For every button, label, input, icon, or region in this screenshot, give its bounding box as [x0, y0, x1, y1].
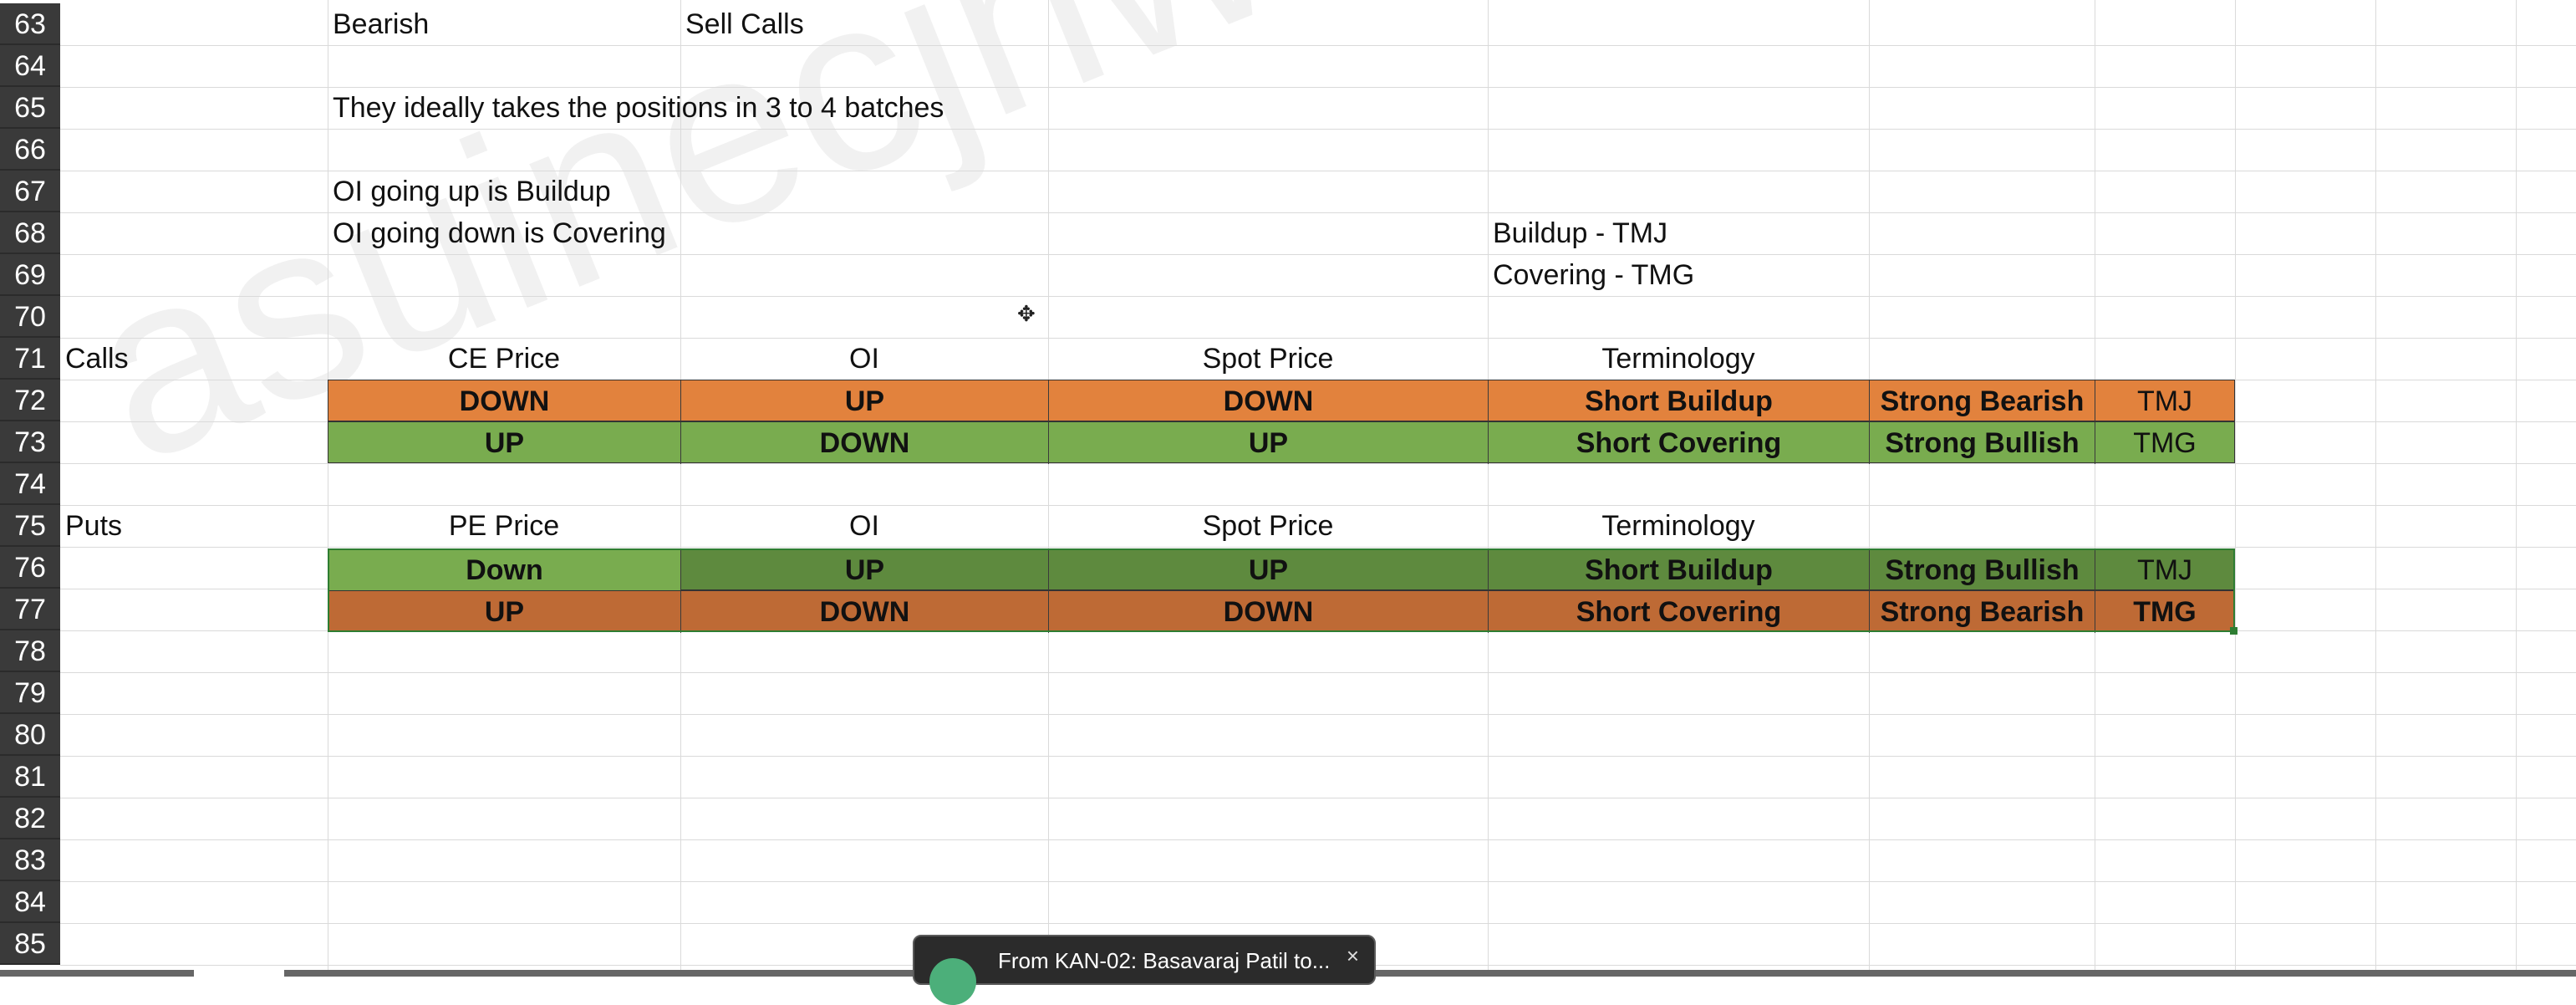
- puts-header-oi[interactable]: OI: [680, 505, 1048, 547]
- cell[interactable]: UP: [328, 422, 681, 464]
- cell[interactable]: Strong Bearish: [1870, 380, 2095, 422]
- cell[interactable]: Short Covering: [1489, 591, 1870, 633]
- cell[interactable]: Down: [328, 549, 681, 591]
- row-header[interactable]: 64: [0, 45, 60, 87]
- row-header[interactable]: 73: [0, 421, 60, 463]
- row-header[interactable]: 63: [0, 3, 60, 45]
- cell-buildup-tmj[interactable]: Buildup - TMJ: [1488, 212, 1667, 254]
- cell[interactable]: UP: [681, 380, 1049, 422]
- row-header[interactable]: 65: [0, 87, 60, 129]
- row-header[interactable]: 78: [0, 630, 60, 672]
- col-gridline: [1869, 0, 1870, 977]
- notification-text: From KAN-02: Basavaraj Patil to...: [998, 948, 1331, 973]
- col-gridline: [1048, 0, 1049, 977]
- cell[interactable]: DOWN: [328, 380, 681, 422]
- row-gridline: [60, 714, 2576, 715]
- col-gridline: [680, 0, 681, 977]
- col-gridline: [2375, 0, 2376, 977]
- row-header[interactable]: 82: [0, 798, 60, 839]
- row-gridline: [60, 672, 2576, 673]
- cell-puts-label[interactable]: Puts: [60, 505, 122, 547]
- row-header[interactable]: 69: [0, 254, 60, 296]
- row-gridline: [60, 881, 2576, 882]
- calls-header-terminology[interactable]: Terminology: [1488, 338, 1869, 380]
- cell[interactable]: Short Buildup: [1489, 549, 1870, 591]
- row-header[interactable]: 72: [0, 380, 60, 421]
- row-gridline: [60, 547, 2576, 548]
- notification-toast[interactable]: From KAN-02: Basavaraj Patil to... ×: [913, 935, 1376, 1005]
- puts-header-terminology[interactable]: Terminology: [1488, 505, 1869, 547]
- row-header[interactable]: 75: [0, 505, 60, 547]
- cell[interactable]: Short Covering: [1489, 422, 1870, 464]
- cell[interactable]: Short Buildup: [1489, 380, 1870, 422]
- cell[interactable]: TMG: [2095, 591, 2234, 633]
- cell[interactable]: UP: [1049, 422, 1489, 464]
- cell-calls-label[interactable]: Calls: [60, 338, 129, 380]
- row-gridline: [60, 296, 2576, 297]
- close-icon[interactable]: ×: [1347, 943, 1359, 969]
- cell-sell-calls[interactable]: Sell Calls: [680, 3, 804, 45]
- row-header[interactable]: 83: [0, 839, 60, 881]
- cell-cursor-icon: ✥: [1017, 301, 1036, 326]
- cell[interactable]: DOWN: [681, 422, 1049, 464]
- row-header[interactable]: 81: [0, 756, 60, 798]
- row-header[interactable]: 85: [0, 923, 60, 965]
- calls-header-ce-price[interactable]: CE Price: [328, 338, 680, 380]
- row-header[interactable]: 76: [0, 547, 60, 589]
- row-gridline: [60, 45, 2576, 46]
- cell[interactable]: TMJ: [2095, 380, 2234, 422]
- calls-row-short-covering: UP DOWN UP Short Covering Strong Bullish…: [328, 421, 2235, 464]
- row-header[interactable]: 71: [0, 338, 60, 380]
- cell[interactable]: Strong Bearish: [1870, 591, 2095, 633]
- cell-batches-note[interactable]: They ideally takes the positions in 3 to…: [328, 87, 944, 129]
- horizontal-scrollbar[interactable]: [284, 970, 2576, 977]
- horizontal-scrollbar-left[interactable]: [0, 970, 194, 977]
- cell[interactable]: UP: [681, 549, 1049, 591]
- row-header[interactable]: 66: [0, 129, 60, 171]
- puts-row-short-covering: UP DOWN DOWN Short Covering Strong Beari…: [328, 590, 2235, 633]
- puts-row-short-buildup: Down UP UP Short Buildup Strong Bullish …: [328, 548, 2235, 591]
- fill-handle[interactable]: [2230, 627, 2237, 635]
- col-gridline: [1488, 0, 1489, 977]
- cell[interactable]: DOWN: [1049, 380, 1489, 422]
- cell[interactable]: DOWN: [1049, 591, 1489, 633]
- cell-oi-up-note[interactable]: OI going up is Buildup: [328, 171, 611, 212]
- puts-header-pe-price[interactable]: PE Price: [328, 505, 680, 547]
- row-header[interactable]: 79: [0, 672, 60, 714]
- cell-covering-tmg[interactable]: Covering - TMG: [1488, 254, 1694, 296]
- cell-bearish[interactable]: Bearish: [328, 3, 429, 45]
- row-header[interactable]: 84: [0, 881, 60, 923]
- row-header[interactable]: 68: [0, 212, 60, 254]
- avatar: [929, 958, 976, 1005]
- cell[interactable]: UP: [328, 591, 681, 633]
- cell[interactable]: TMJ: [2095, 549, 2234, 591]
- row-gridline: [60, 923, 2576, 924]
- calls-header-spot-price[interactable]: Spot Price: [1048, 338, 1488, 380]
- row-gridline: [60, 756, 2576, 757]
- cell[interactable]: TMG: [2095, 422, 2234, 464]
- row-header[interactable]: 67: [0, 171, 60, 212]
- calls-row-short-buildup: DOWN UP DOWN Short Buildup Strong Bearis…: [328, 380, 2235, 422]
- cell[interactable]: UP: [1049, 549, 1489, 591]
- row-header[interactable]: 80: [0, 714, 60, 756]
- row-header[interactable]: 77: [0, 589, 60, 630]
- cell[interactable]: Strong Bullish: [1870, 549, 2095, 591]
- row-gridline: [60, 839, 2576, 840]
- row-header[interactable]: 70: [0, 296, 60, 338]
- col-gridline: [2235, 0, 2236, 977]
- spreadsheet[interactable]: asuinecjnwegmail.com 63 64 65 66 67 68 6…: [0, 0, 2576, 1005]
- cell-oi-down-note[interactable]: OI going down is Covering: [328, 212, 666, 254]
- calls-header-oi[interactable]: OI: [680, 338, 1048, 380]
- row-header[interactable]: 74: [0, 463, 60, 505]
- cell[interactable]: Strong Bullish: [1870, 422, 2095, 464]
- cell[interactable]: DOWN: [681, 591, 1049, 633]
- row-gridline: [60, 129, 2576, 130]
- col-gridline: [2516, 0, 2517, 977]
- row-gridline: [60, 254, 2576, 255]
- puts-header-spot-price[interactable]: Spot Price: [1048, 505, 1488, 547]
